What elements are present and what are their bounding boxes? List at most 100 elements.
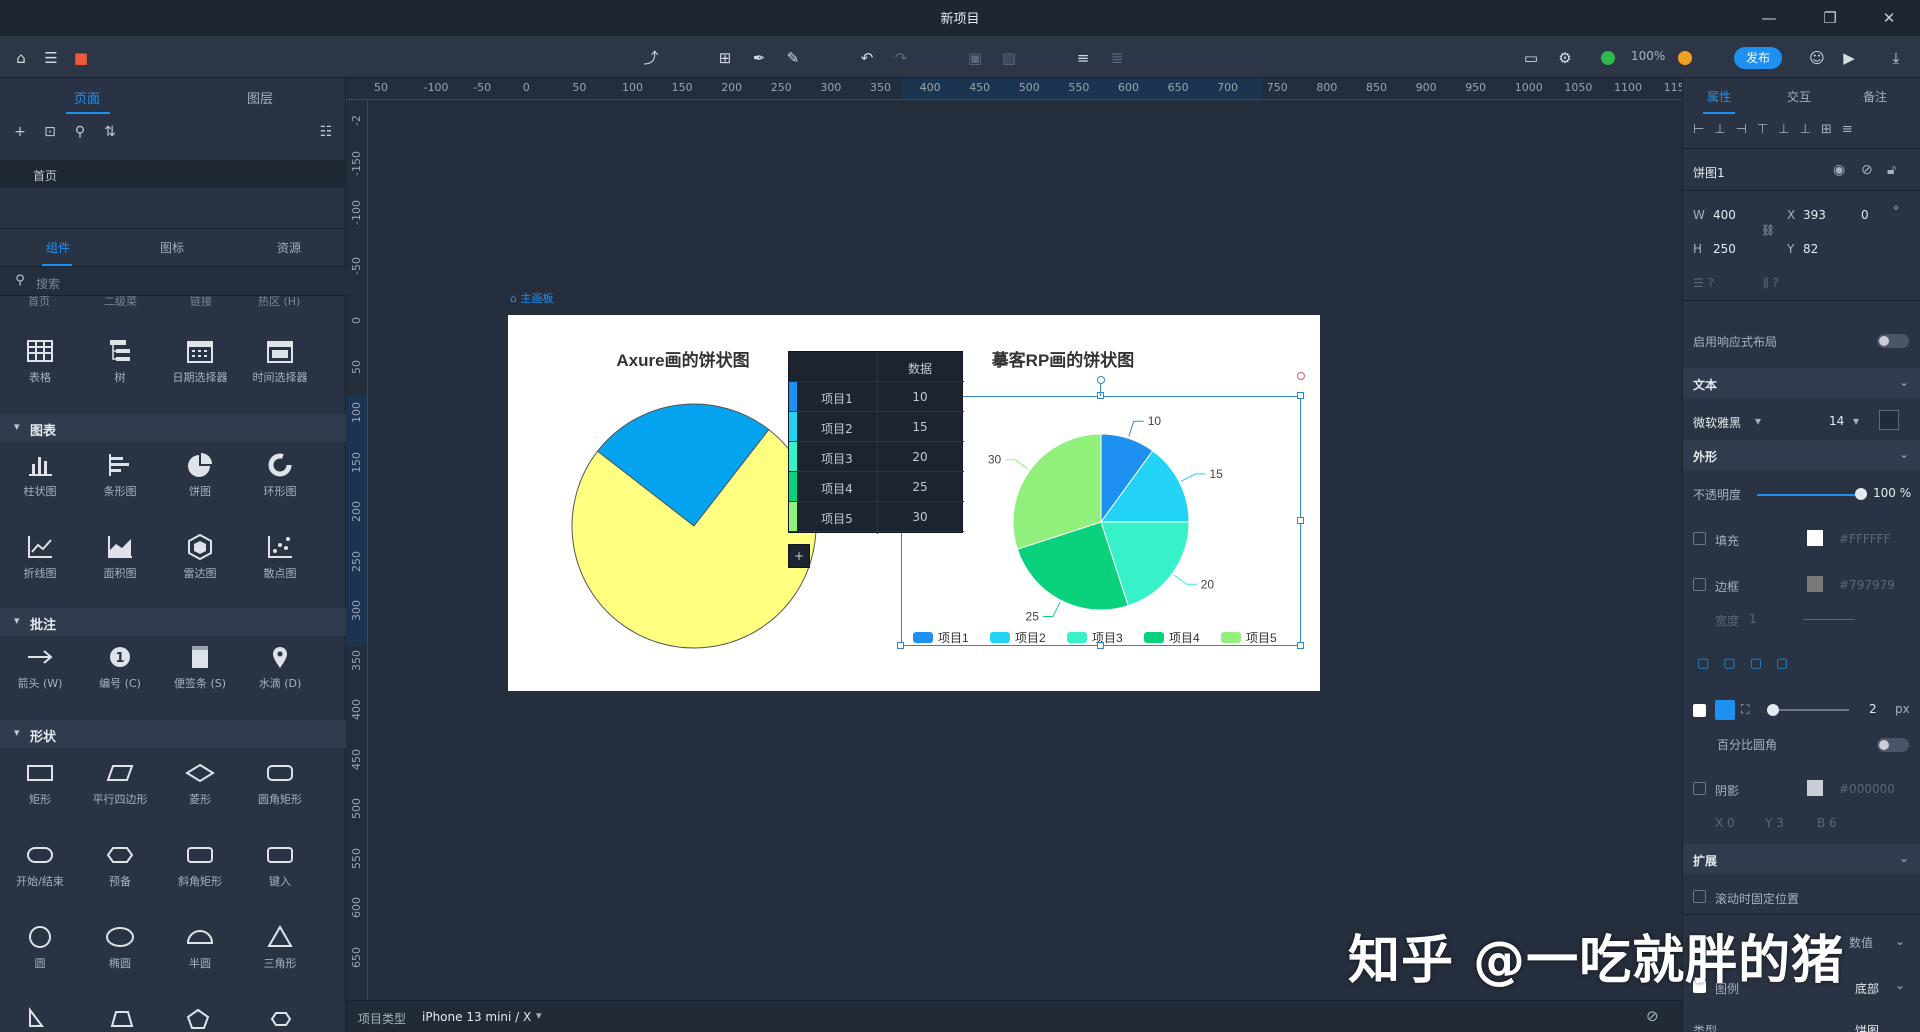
more-shapes-row[interactable] [26, 1006, 306, 1032]
page-item-home[interactable]: 首页 [0, 160, 346, 188]
section-notes[interactable]: ▾ 批注 [0, 608, 346, 636]
tab-resources[interactable]: 资源 [277, 239, 301, 256]
tab-notes[interactable]: 备注 [1863, 88, 1887, 105]
zoom-out-icon[interactable] [1601, 51, 1615, 65]
comp-terminator[interactable]: 开始/结束 [0, 832, 80, 896]
comp-parallelogram[interactable]: 平行四边形 [80, 750, 160, 814]
table-row[interactable]: 项目2 15 [789, 412, 964, 442]
section-text[interactable]: 文本 ⌄ [1683, 368, 1920, 398]
device-icon[interactable]: ▭ [1520, 47, 1542, 69]
font-size-select[interactable]: 14 [1829, 414, 1844, 428]
comp-table[interactable]: 表格 [0, 328, 80, 392]
page-settings-icon[interactable]: ☷ [316, 124, 336, 140]
chevron-down-icon[interactable]: ⌄ [1895, 978, 1905, 992]
height-input[interactable]: 250 [1713, 242, 1736, 256]
row-value[interactable]: 15 [877, 420, 963, 434]
comp-date-picker[interactable]: 日期选择器 [160, 328, 240, 392]
comp-ring-chart[interactable]: 环形图 [240, 442, 320, 506]
comp-arrow[interactable]: 箭头 (W) [0, 634, 80, 698]
row-value[interactable]: 25 [877, 480, 963, 494]
spacing-icon[interactable]: ⫼ ? [1763, 276, 1779, 291]
row-name[interactable]: 项目5 [799, 510, 875, 527]
radius-slider-thumb[interactable] [1767, 704, 1779, 716]
chevron-down-icon[interactable]: ⌄ [1895, 934, 1905, 948]
restore-button[interactable]: ❐ [1812, 6, 1848, 30]
row-value[interactable]: 10 [877, 390, 963, 404]
rotate-handle[interactable] [1097, 376, 1105, 384]
comp-ellipse[interactable]: 椭圆 [80, 914, 160, 978]
pencil-icon[interactable]: ✎ [782, 47, 804, 69]
artboard-breadcrumb[interactable]: ⌂ 主画板 [510, 290, 553, 306]
project-type-select[interactable]: iPhone 13 mini / X [422, 1010, 531, 1024]
data-value-select[interactable]: 数值 [1849, 934, 1873, 951]
undo-icon[interactable]: ↶ [856, 47, 878, 69]
add-row-button[interactable]: + [788, 544, 810, 568]
radius-slider-track[interactable] [1767, 709, 1849, 711]
table-row[interactable]: 项目4 25 [789, 472, 964, 502]
chevron-down-icon[interactable]: ▾ [536, 1009, 542, 1022]
font-family-select[interactable]: 微软雅黑 [1693, 414, 1741, 431]
comp-diamond[interactable]: 菱形 [160, 750, 240, 814]
opacity-slider-thumb[interactable] [1855, 488, 1867, 500]
zoom-level[interactable]: 100% [1631, 49, 1665, 63]
compass-icon[interactable]: ⊘ [1646, 1007, 1659, 1025]
comp-rounded-rect[interactable]: 圆角矩形 [240, 750, 320, 814]
comp-number[interactable]: 1 编号 (C) [80, 634, 160, 698]
table-row[interactable]: 项目5 30 [789, 502, 964, 532]
tab-pages[interactable]: 页面 [74, 88, 100, 107]
rotation-input[interactable]: 0 [1861, 208, 1869, 222]
row-value[interactable]: 30 [877, 510, 963, 524]
collaborators-icon[interactable]: ☺ [1806, 47, 1828, 69]
tab-layers[interactable]: 图层 [247, 88, 273, 107]
lock-icon[interactable]: 🔓︎ [1887, 162, 1896, 178]
section-shapes[interactable]: ▾ 形状 [0, 720, 346, 748]
close-button[interactable]: ✕ [1871, 6, 1907, 30]
radius-checkbox[interactable] [1693, 704, 1706, 717]
distribute-h-icon[interactable]: ≣ [1106, 47, 1128, 69]
comp-rectangle[interactable]: 矩形 [0, 750, 80, 814]
tab-properties[interactable]: 属性 [1707, 88, 1731, 105]
fill-color-swatch[interactable] [1807, 530, 1823, 546]
search-input[interactable]: 搜索 [36, 275, 60, 292]
text-align-icon[interactable]: ☰ ? [1693, 276, 1714, 290]
comp-triangle[interactable]: 三角形 [240, 914, 320, 978]
publish-button[interactable]: 发布 [1734, 47, 1782, 69]
radius-corner-icon[interactable]: ⛶ [1741, 702, 1749, 717]
add-shape-icon[interactable]: ⊞ [714, 47, 736, 69]
resize-handle[interactable] [1297, 392, 1304, 399]
comp-radar-chart[interactable]: 雷达图 [160, 524, 240, 588]
comp-hbar-chart[interactable]: 条形图 [80, 442, 160, 506]
element-name[interactable]: 饼图1 [1693, 164, 1725, 181]
tab-icons[interactable]: 图标 [160, 239, 184, 256]
border-style-select[interactable] [1803, 619, 1855, 620]
connector-icon[interactable]: ⤴ [640, 47, 662, 69]
row-value[interactable]: 20 [877, 450, 963, 464]
component-search[interactable]: ⚲ 搜索 [0, 266, 346, 296]
opacity-value[interactable]: 100 % [1873, 486, 1911, 500]
comp-bevel-rect[interactable]: 斜角矩形 [160, 832, 240, 896]
comp-input[interactable]: 键入 [240, 832, 320, 896]
section-charts[interactable]: ▾ 图表 [0, 414, 346, 442]
minimize-button[interactable]: — [1751, 6, 1787, 30]
fill-checkbox[interactable] [1693, 532, 1706, 545]
comp-scatter-chart[interactable]: 散点图 [240, 524, 320, 588]
percent-radius-toggle[interactable] [1877, 738, 1909, 752]
x-input[interactable]: 393 [1803, 208, 1826, 222]
font-color-swatch[interactable] [1879, 410, 1899, 430]
comp-drop[interactable]: 水滴 (D) [240, 634, 320, 698]
border-sides-icons[interactable]: ▢▢▢▢ [1697, 656, 1802, 671]
border-color-swatch[interactable] [1807, 576, 1823, 592]
fill-color-value[interactable]: #FFFFFF [1839, 532, 1890, 546]
comp-semicircle[interactable]: 半圆 [160, 914, 240, 978]
radius-mode-button[interactable] [1715, 700, 1735, 720]
settings-icon[interactable]: ⚙ [1554, 47, 1576, 69]
group-icon[interactable]: ▣ [964, 47, 986, 69]
chart-type-select[interactable]: 饼图 [1855, 1022, 1879, 1032]
comp-sticky[interactable]: 便签条 (S) [160, 634, 240, 698]
shadow-blur[interactable]: B 6 [1817, 816, 1837, 830]
distribute-v-icon[interactable]: ≡ [1072, 47, 1094, 69]
responsive-toggle[interactable] [1877, 334, 1909, 348]
align-toolbar[interactable]: ⊢⊥⊣⊤⊥⊥⊞≡ [1693, 122, 1913, 138]
y-input[interactable]: 82 [1803, 242, 1818, 256]
table-row[interactable]: 项目3 20 [789, 442, 964, 472]
